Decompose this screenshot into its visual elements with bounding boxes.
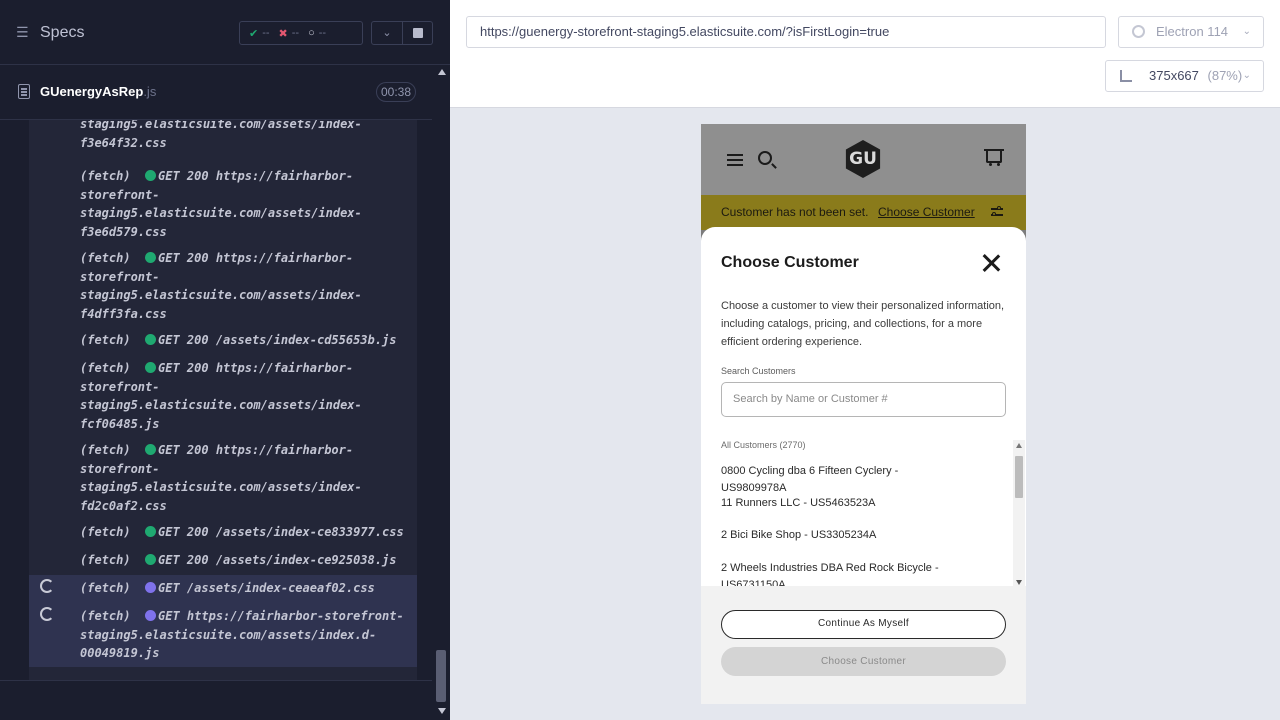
- success-dot-icon: [145, 362, 157, 373]
- divider: [0, 680, 432, 681]
- scroll-up-icon[interactable]: [1016, 443, 1022, 448]
- success-dot-icon: [145, 526, 157, 537]
- log-entry[interactable]: (fetch) GET 200 https://fairharbor- stor…: [29, 167, 417, 242]
- browser-icon: [1132, 25, 1145, 38]
- pending-dot-icon: [145, 582, 157, 593]
- pending-count: --: [318, 27, 327, 39]
- chevron-down-icon[interactable]: ⌄: [371, 21, 403, 45]
- brand-logo[interactable]: GU: [845, 140, 881, 178]
- reporter-panel: ☰ Specs ✔ -- ✖ -- ○ -- ⌄ GUenergyAsRep.j…: [0, 0, 450, 720]
- scroll-thumb[interactable]: [1015, 456, 1023, 498]
- viewport-select[interactable]: 375x667 (87%) ⌄: [1105, 60, 1264, 92]
- chevron-down-icon: ⌄: [1242, 26, 1251, 37]
- customer-list-scrollbar[interactable]: [1013, 440, 1025, 590]
- log-entry[interactable]: (fetch) GET 200 /assets/index-ce925038.j…: [29, 551, 417, 571]
- duration-badge: 00:38: [376, 82, 416, 102]
- ruler-icon: [1120, 70, 1132, 82]
- log-entry[interactable]: (fetch) GET 200 /assets/index-ce833977.c…: [29, 523, 417, 543]
- filter-icon[interactable]: [991, 206, 1003, 218]
- list-item[interactable]: 0800 Cycling dba 6 Fifteen Cyclery - US9…: [721, 463, 961, 497]
- app-header: GU: [701, 124, 1026, 195]
- scroll-thumb[interactable]: [436, 650, 446, 702]
- success-dot-icon: [145, 444, 157, 455]
- browser-name: Electron 114: [1156, 24, 1229, 39]
- browser-select[interactable]: Electron 114 ⌄: [1118, 16, 1264, 48]
- continue-as-myself-button[interactable]: Continue As Myself: [721, 610, 1006, 639]
- browser-toolbar: https://guenergy-storefront-staging5.ela…: [450, 0, 1280, 108]
- success-dot-icon: [145, 170, 157, 181]
- scroll-down-icon[interactable]: [438, 708, 446, 714]
- search-label: Search Customers: [721, 366, 796, 376]
- list-item[interactable]: 2 Bici Bike Shop - US3305234A: [721, 527, 961, 544]
- stop-icon: [413, 28, 423, 38]
- list-item[interactable]: 11 Runners LLC - US5463523A: [721, 495, 961, 512]
- choose-customer-modal: Choose Customer Choose a customer to vie…: [701, 227, 1026, 704]
- scroll-down-icon[interactable]: [1016, 580, 1022, 585]
- command-log: staging5.elasticsuite.com/assets/index- …: [29, 120, 417, 680]
- failed-icon: ✖: [278, 27, 288, 40]
- success-dot-icon: [145, 252, 157, 263]
- customer-list: 0800 Cycling dba 6 Fifteen Cyclery - US9…: [701, 457, 1013, 589]
- choose-customer-link[interactable]: Choose Customer: [878, 205, 975, 219]
- spec-file-name[interactable]: GUenergyAsRep.js: [40, 84, 156, 99]
- modal-description: Choose a customer to view their personal…: [721, 300, 1005, 348]
- failed-count: --: [291, 27, 300, 39]
- scroll-up-icon[interactable]: [438, 69, 446, 75]
- spinner-icon: [40, 607, 54, 621]
- log-scrollbar[interactable]: [432, 65, 450, 720]
- modal-title: Choose Customer: [721, 254, 859, 271]
- log-entry[interactable]: (fetch) GET 200 https://fairharbor- stor…: [29, 441, 417, 516]
- search-icon[interactable]: [758, 151, 772, 165]
- spec-file-header: GUenergyAsRep.js 00:38: [0, 65, 432, 120]
- spinner-icon: [40, 579, 54, 593]
- app-viewport: GU Customer has not been set. Choose Cus…: [701, 124, 1026, 704]
- document-icon: [18, 84, 30, 99]
- log-entry-pending[interactable]: (fetch) GET https://fairharbor-storefron…: [29, 603, 417, 667]
- url-bar[interactable]: https://guenergy-storefront-staging5.ela…: [466, 16, 1106, 48]
- specs-title[interactable]: Specs: [40, 24, 84, 42]
- customer-banner: Customer has not been set. Choose Custom…: [701, 195, 1026, 230]
- passed-count: --: [262, 27, 270, 39]
- pending-dot-icon: [145, 610, 157, 621]
- banner-text: Customer has not been set.: [721, 205, 869, 219]
- pending-icon: ○: [308, 27, 315, 39]
- choose-customer-button[interactable]: Choose Customer: [721, 647, 1006, 676]
- specs-list-toggle-icon[interactable]: ☰: [16, 24, 34, 42]
- success-dot-icon: [145, 334, 157, 345]
- customer-list-label: All Customers (2770): [721, 440, 806, 450]
- log-entry[interactable]: staging5.elasticsuite.com/assets/index- …: [29, 120, 417, 157]
- cart-icon[interactable]: [984, 149, 1004, 166]
- viewport-scale: (87%): [1207, 68, 1243, 83]
- customer-search-input[interactable]: Search by Name or Customer #: [721, 382, 1006, 417]
- success-dot-icon: [145, 554, 157, 565]
- close-icon[interactable]: [980, 252, 1002, 274]
- log-entry[interactable]: (fetch) GET 200 https://fairharbor- stor…: [29, 359, 417, 434]
- test-stats: ✔ -- ✖ -- ○ --: [239, 21, 363, 45]
- specs-header: ☰ Specs ✔ -- ✖ -- ○ -- ⌄: [0, 0, 450, 65]
- passed-icon: ✔: [249, 27, 259, 40]
- list-item[interactable]: 2 Wheels Industries DBA Red Rock Bicycle…: [721, 560, 961, 589]
- stop-button[interactable]: [403, 21, 433, 45]
- modal-footer: Continue As Myself Choose Customer: [701, 586, 1026, 704]
- chevron-down-icon: ⌄: [1242, 70, 1251, 81]
- log-entry[interactable]: (fetch) GET 200 /assets/index-cd55653b.j…: [29, 331, 417, 351]
- log-entry[interactable]: (fetch) GET 200 https://fairharbor- stor…: [29, 249, 417, 324]
- log-entry-pending[interactable]: (fetch) GET /assets/index-ceaeaf02.css: [29, 575, 417, 603]
- menu-icon[interactable]: [727, 154, 743, 156]
- viewport-size: 375x667: [1149, 68, 1199, 83]
